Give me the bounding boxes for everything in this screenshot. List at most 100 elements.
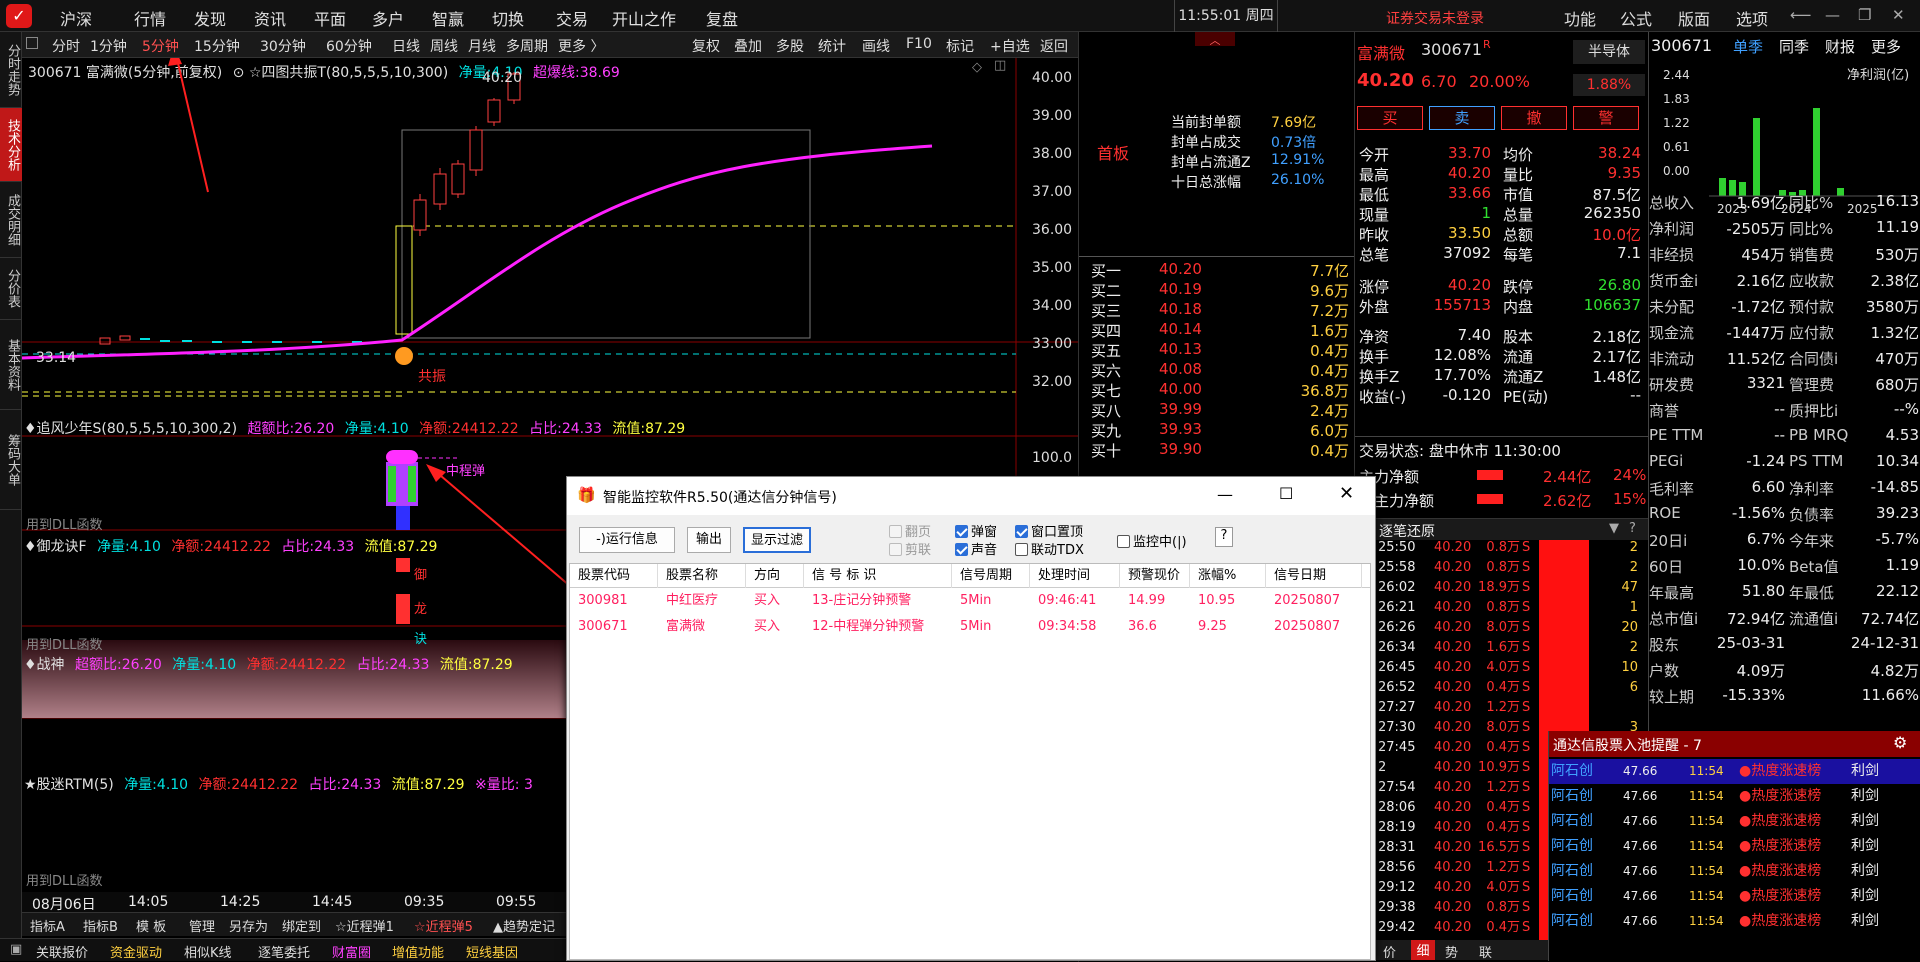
indicator-tab[interactable]: 另存为 (229, 916, 268, 935)
back-icon[interactable]: ⟵ (1790, 6, 1812, 24)
period-6[interactable]: 日线 (392, 36, 420, 56)
right-menu-item[interactable]: 功能 (1564, 6, 1596, 30)
popup-checkbox[interactable]: 弹窗 (955, 521, 997, 540)
book-row[interactable]: 买八 39.99 2.4万 (1079, 400, 1355, 420)
sidebar-tab[interactable]: 分时走势 (0, 32, 22, 108)
status-item[interactable]: 关联报价 (36, 942, 88, 961)
period-7[interactable]: 周线 (430, 36, 458, 56)
column-header[interactable]: 股票名称 (658, 564, 746, 588)
period-1[interactable]: 1分钟 (90, 36, 127, 56)
right-menu-item[interactable]: 公式 (1620, 6, 1652, 30)
pool-row[interactable]: 阿石创 47.66 11:54 ●热度涨速榜 利剑 (1549, 859, 1920, 884)
cut-checkbox[interactable]: 剪联 (889, 539, 931, 558)
status-toggle-icon[interactable]: ▣ (10, 942, 22, 957)
panel5-title[interactable]: ★股迷RTM(5) (24, 777, 114, 793)
panel4-title[interactable]: ♦战神 (24, 657, 65, 673)
sidebar-tab[interactable]: 技术分析 (0, 108, 22, 182)
sector-tag[interactable]: 半导体 (1573, 40, 1645, 64)
fin-tab[interactable]: 同季 (1779, 36, 1809, 57)
book-row[interactable]: 买二 40.19 9.6万 (1079, 280, 1355, 300)
status-item[interactable]: 逐笔委托 (258, 942, 310, 961)
sidebar-tab[interactable]: 基本资料 (0, 320, 22, 410)
toolbar-8[interactable]: 返回 (1040, 36, 1068, 56)
output-button[interactable]: 输出 (687, 527, 731, 553)
app-logo-icon[interactable]: ✓ (6, 4, 32, 28)
indicator-tab[interactable]: 绑定到 (282, 916, 321, 935)
column-header[interactable]: 股票代码 (570, 564, 658, 588)
topmost-checkbox[interactable]: 窗口置顶 (1015, 521, 1083, 540)
fin-tab[interactable]: 单季 (1733, 36, 1763, 57)
period-9[interactable]: 多周期 (506, 36, 548, 56)
column-header[interactable]: 方向 (746, 564, 804, 588)
pool-row[interactable]: 阿石创 47.66 11:54 ●热度涨速榜 利剑 (1549, 834, 1920, 859)
toolbar-5[interactable]: F10 (906, 36, 932, 52)
period-4[interactable]: 30分钟 (260, 36, 306, 56)
toolbar-3[interactable]: 统计 (818, 36, 846, 56)
trade-button-0[interactable]: 买 (1357, 106, 1423, 130)
fin-tab[interactable]: 财报 (1825, 36, 1855, 57)
panel3-title[interactable]: ♦御龙诀F (24, 539, 87, 555)
column-header[interactable]: 处理时间 (1030, 564, 1120, 588)
status-item[interactable]: 资金驱动 (110, 942, 162, 961)
tdx-checkbox[interactable]: 联动TDX (1015, 539, 1084, 558)
indicator-tab[interactable]: ▲趋势定记 (493, 916, 555, 935)
sidebar-tab[interactable]: 成交明细 (0, 182, 22, 258)
toolbar-1[interactable]: 叠加 (734, 36, 762, 56)
table-row[interactable]: 300671 富满微 买入 12-中程弹分钟预警 5Min 09:34:58 36.6 9.2… (570, 614, 1370, 640)
panel-toggle-icon[interactable] (26, 37, 38, 49)
menu-item[interactable]: 交易 (556, 6, 588, 30)
collapse-icon[interactable]: ︿ (1195, 32, 1235, 47)
period-5[interactable]: 60分钟 (326, 36, 372, 56)
toolbar-6[interactable]: 标记 (946, 36, 974, 56)
book-row[interactable]: 买六 40.08 0.4万 (1079, 360, 1355, 380)
fin-tab[interactable]: 更多 (1871, 36, 1901, 57)
settings-gear-icon[interactable]: ⚙ (1893, 733, 1907, 752)
pool-row[interactable]: 阿石创 47.66 11:54 ●热度涨速榜 利剑 (1549, 884, 1920, 909)
right-menu-item[interactable]: 版面 (1678, 6, 1710, 30)
column-header[interactable]: 涨幅% (1190, 564, 1266, 588)
book-row[interactable]: 买五 40.13 0.4万 (1079, 340, 1355, 360)
filter-icon[interactable]: ▼ (1609, 521, 1619, 536)
period-3[interactable]: 15分钟 (194, 36, 240, 56)
column-header[interactable]: 信号日期 (1266, 564, 1362, 588)
menu-item[interactable]: 平面 (314, 6, 346, 30)
help-button[interactable]: ? (1215, 527, 1233, 547)
menu-item[interactable]: 智赢 (432, 6, 464, 30)
column-header[interactable]: 信 号 标 识 (804, 564, 952, 588)
monitor-checkbox[interactable]: 监控中(|) (1117, 531, 1187, 550)
period-2[interactable]: 5分钟 (142, 36, 179, 56)
indicator-tab[interactable]: 指标A (30, 916, 65, 935)
dialog-title-bar[interactable]: 🎁 智能监控软件R5.50(通达信分钟信号) — ☐ ✕ (567, 477, 1375, 515)
status-item[interactable]: 相似K线 (184, 942, 232, 961)
dialog-close-icon[interactable]: ✕ (1339, 483, 1354, 504)
menu-item[interactable]: 沪深 (60, 6, 92, 30)
indicator-tab[interactable]: 管理 (189, 916, 215, 935)
sidebar-tab[interactable]: 分价表 (0, 258, 22, 320)
menu-item[interactable]: 资讯 (254, 6, 286, 30)
right-menu-item[interactable]: 选项 (1736, 6, 1768, 30)
pool-row[interactable]: 阿石创 47.66 11:54 ●热度涨速榜 利剑 (1549, 784, 1920, 809)
menu-item[interactable]: 切换 (492, 6, 524, 30)
toolbar-7[interactable]: +自选 (990, 36, 1030, 56)
login-status[interactable]: 证券交易未登录 (1386, 8, 1484, 28)
dialog-maximize-icon[interactable]: ☐ (1279, 484, 1293, 503)
restore-icon[interactable]: ❐ (1858, 6, 1871, 24)
help-icon[interactable]: ? (1629, 521, 1636, 536)
period-0[interactable]: 分时 (52, 36, 80, 56)
trade-button-3[interactable]: 警 (1573, 106, 1639, 130)
period-10[interactable]: 更多 〉 (558, 36, 604, 56)
menu-item[interactable]: 开山之作 (612, 6, 676, 30)
book-row[interactable]: 买一 40.20 7.7亿 (1079, 260, 1355, 280)
book-row[interactable]: 买十 39.90 0.4万 (1079, 440, 1355, 460)
indicator-tab[interactable]: 模 板 (136, 916, 166, 935)
minimize-icon[interactable]: — (1825, 6, 1840, 24)
toolbar-0[interactable]: 复权 (692, 36, 720, 56)
column-header[interactable]: 预警现价 (1120, 564, 1190, 588)
panel2-title[interactable]: ♦追风少年S(80,5,5,5,10,300,2) (24, 421, 237, 437)
book-row[interactable]: 买三 40.18 7.2万 (1079, 300, 1355, 320)
display-filter-button[interactable]: 显示过滤 (743, 527, 811, 553)
indicator-tab[interactable]: ☆近程弹5 (414, 916, 473, 935)
status-item[interactable]: 财富圈 (332, 942, 371, 961)
dialog-minimize-icon[interactable]: — (1217, 485, 1233, 504)
book-row[interactable]: 买九 39.93 6.0万 (1079, 420, 1355, 440)
